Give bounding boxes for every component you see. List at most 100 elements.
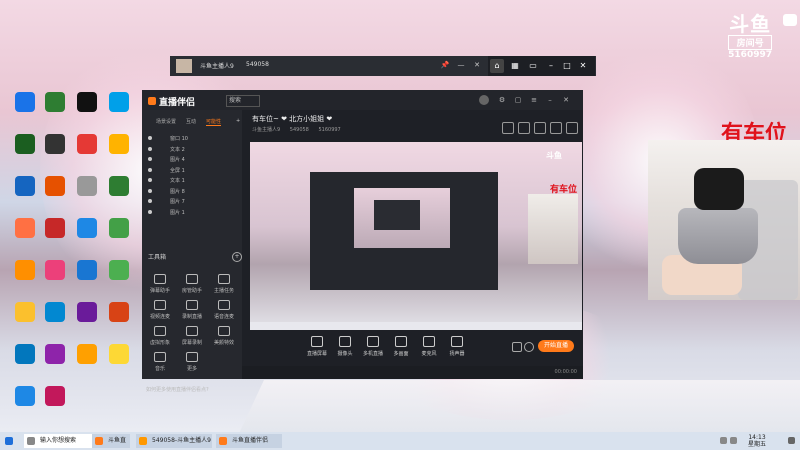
desktop-icon[interactable]	[104, 260, 134, 281]
desktop-icon[interactable]	[40, 92, 70, 113]
settings-icon[interactable]	[524, 342, 534, 352]
tool-button[interactable]: 屏幕录制	[178, 326, 206, 346]
window-icon[interactable]: ▭	[526, 59, 540, 73]
home-icon[interactable]: ⌂	[490, 59, 504, 73]
notification-icon[interactable]	[788, 437, 795, 444]
tab-scene[interactable]: 场景设置	[156, 118, 176, 125]
taskbar-search[interactable]: 输入你想搜索	[24, 434, 100, 448]
user-avatar[interactable]	[479, 95, 489, 105]
desktop-icon[interactable]	[72, 92, 102, 113]
network-icon[interactable]	[720, 437, 727, 444]
toolbar-button[interactable]: 多机直播	[358, 336, 388, 357]
desktop-icon[interactable]	[72, 134, 102, 155]
tab-interact[interactable]: 互动	[186, 118, 196, 125]
desktop-icon[interactable]	[10, 260, 40, 281]
desktop-icon[interactable]	[104, 344, 134, 365]
taskbar-item[interactable]: 斗鱼直播伴侣	[216, 434, 282, 448]
scene-item[interactable]: 图片 1	[146, 208, 238, 219]
tool-button[interactable]: 语音连麦	[210, 300, 238, 320]
desktop-icon[interactable]	[10, 344, 40, 365]
tool-button[interactable]: 视频连麦	[146, 300, 174, 320]
close-icon[interactable]: ✕	[576, 59, 590, 73]
desktop-icon[interactable]	[40, 176, 70, 197]
desktop-icon[interactable]	[104, 218, 134, 239]
maximize-icon[interactable]: □	[560, 59, 574, 73]
minimize-icon[interactable]: –	[546, 96, 554, 104]
taskbar-item[interactable]: 斗鱼直播伴侣	[92, 434, 130, 448]
eye-icon[interactable]	[148, 199, 152, 203]
minimize-icon[interactable]: –	[544, 59, 558, 73]
desktop-icon[interactable]	[10, 218, 40, 239]
desktop-icon[interactable]	[104, 134, 134, 155]
minimize-button[interactable]: —	[456, 61, 466, 71]
desktop-icon[interactable]	[72, 302, 102, 323]
grid-icon[interactable]: ▦	[508, 59, 522, 73]
scene-item[interactable]: 图片 8	[146, 187, 238, 198]
eye-icon[interactable]	[148, 146, 152, 151]
eye-icon[interactable]	[148, 136, 152, 140]
tool-button[interactable]: 主播任务	[210, 274, 238, 294]
scene-item[interactable]: 全屏 1	[146, 166, 238, 177]
desktop-icon[interactable]	[104, 92, 134, 113]
desktop-icon[interactable]	[72, 344, 102, 365]
tip-text[interactable]: 如何更多使用直播伴侣看点?	[146, 386, 209, 393]
bell-icon[interactable]	[550, 122, 562, 134]
taskbar-item[interactable]: 549058-斗鱼主播人9	[136, 434, 212, 448]
clock[interactable]: 14:13 星期五	[748, 434, 766, 448]
avatar[interactable]	[176, 59, 192, 73]
desktop-icon[interactable]	[40, 302, 70, 323]
tool-button[interactable]: 更多	[178, 352, 206, 372]
stream-preview[interactable]: 斗鱼 有车位	[250, 142, 582, 330]
cat-icon[interactable]	[783, 14, 797, 26]
tab-possible[interactable]: 可能性	[206, 118, 222, 126]
eye-icon[interactable]	[148, 178, 152, 182]
add-icon[interactable]: +	[236, 118, 240, 124]
desktop-icon[interactable]	[10, 92, 40, 113]
desktop-icon[interactable]	[104, 302, 134, 323]
desktop-icon[interactable]	[10, 386, 40, 407]
scene-item[interactable]: 文本 1	[146, 176, 238, 187]
desktop-icon[interactable]	[72, 176, 102, 197]
share-icon[interactable]	[566, 122, 578, 134]
menu-icon[interactable]: ≡	[530, 96, 538, 104]
scene-item[interactable]: 窗口 10	[146, 134, 238, 145]
toolbar-button[interactable]: 摄像头	[330, 336, 360, 357]
tool-button[interactable]: 美颜特效	[210, 326, 238, 346]
desktop-icon[interactable]	[104, 176, 134, 197]
toolbar-button[interactable]: 直播屏幕	[302, 336, 332, 357]
tool-button[interactable]: 虚拟形象	[146, 326, 174, 346]
eye-icon[interactable]	[148, 157, 152, 161]
desktop-icon[interactable]	[40, 218, 70, 239]
tools-add-icon[interactable]: +	[232, 252, 242, 262]
tool-button[interactable]: 录制直播	[178, 300, 206, 320]
toolbar-button[interactable]: 多画面	[386, 336, 416, 357]
toolbar-button[interactable]: 麦克风	[414, 336, 444, 357]
start-button[interactable]	[2, 434, 13, 448]
scene-item[interactable]: 图片 7	[146, 197, 238, 208]
tool-button[interactable]: 弹幕助手	[146, 274, 174, 294]
tool-button[interactable]: 音乐	[146, 352, 174, 372]
lock-icon[interactable]	[518, 122, 530, 134]
volume-icon[interactable]	[730, 437, 737, 444]
desktop-icon[interactable]	[10, 134, 40, 155]
eye-icon[interactable]	[148, 209, 152, 214]
desktop-icon[interactable]	[10, 176, 40, 197]
copy-icon[interactable]	[534, 122, 546, 134]
desktop-icon[interactable]	[40, 260, 70, 281]
desktop-icon[interactable]	[40, 134, 70, 155]
shirt-icon[interactable]: ▢	[514, 96, 522, 104]
desktop-icon[interactable]	[40, 344, 70, 365]
scene-item[interactable]: 文本 2	[146, 145, 238, 156]
tool-button[interactable]: 房管助手	[178, 274, 206, 294]
start-live-button[interactable]: 开始直播	[538, 340, 574, 352]
close-icon[interactable]: ✕	[562, 96, 570, 104]
eye-icon[interactable]	[148, 167, 152, 172]
record-icon[interactable]	[512, 342, 522, 352]
desktop-icon[interactable]	[10, 302, 40, 323]
edit-icon[interactable]	[502, 122, 514, 134]
close-button[interactable]: ✕	[472, 61, 482, 71]
pin-button[interactable]: 📌	[440, 61, 450, 71]
search-input[interactable]: 搜索	[226, 95, 260, 107]
settings-icon[interactable]: ⚙	[498, 96, 506, 104]
desktop-icon[interactable]	[72, 260, 102, 281]
